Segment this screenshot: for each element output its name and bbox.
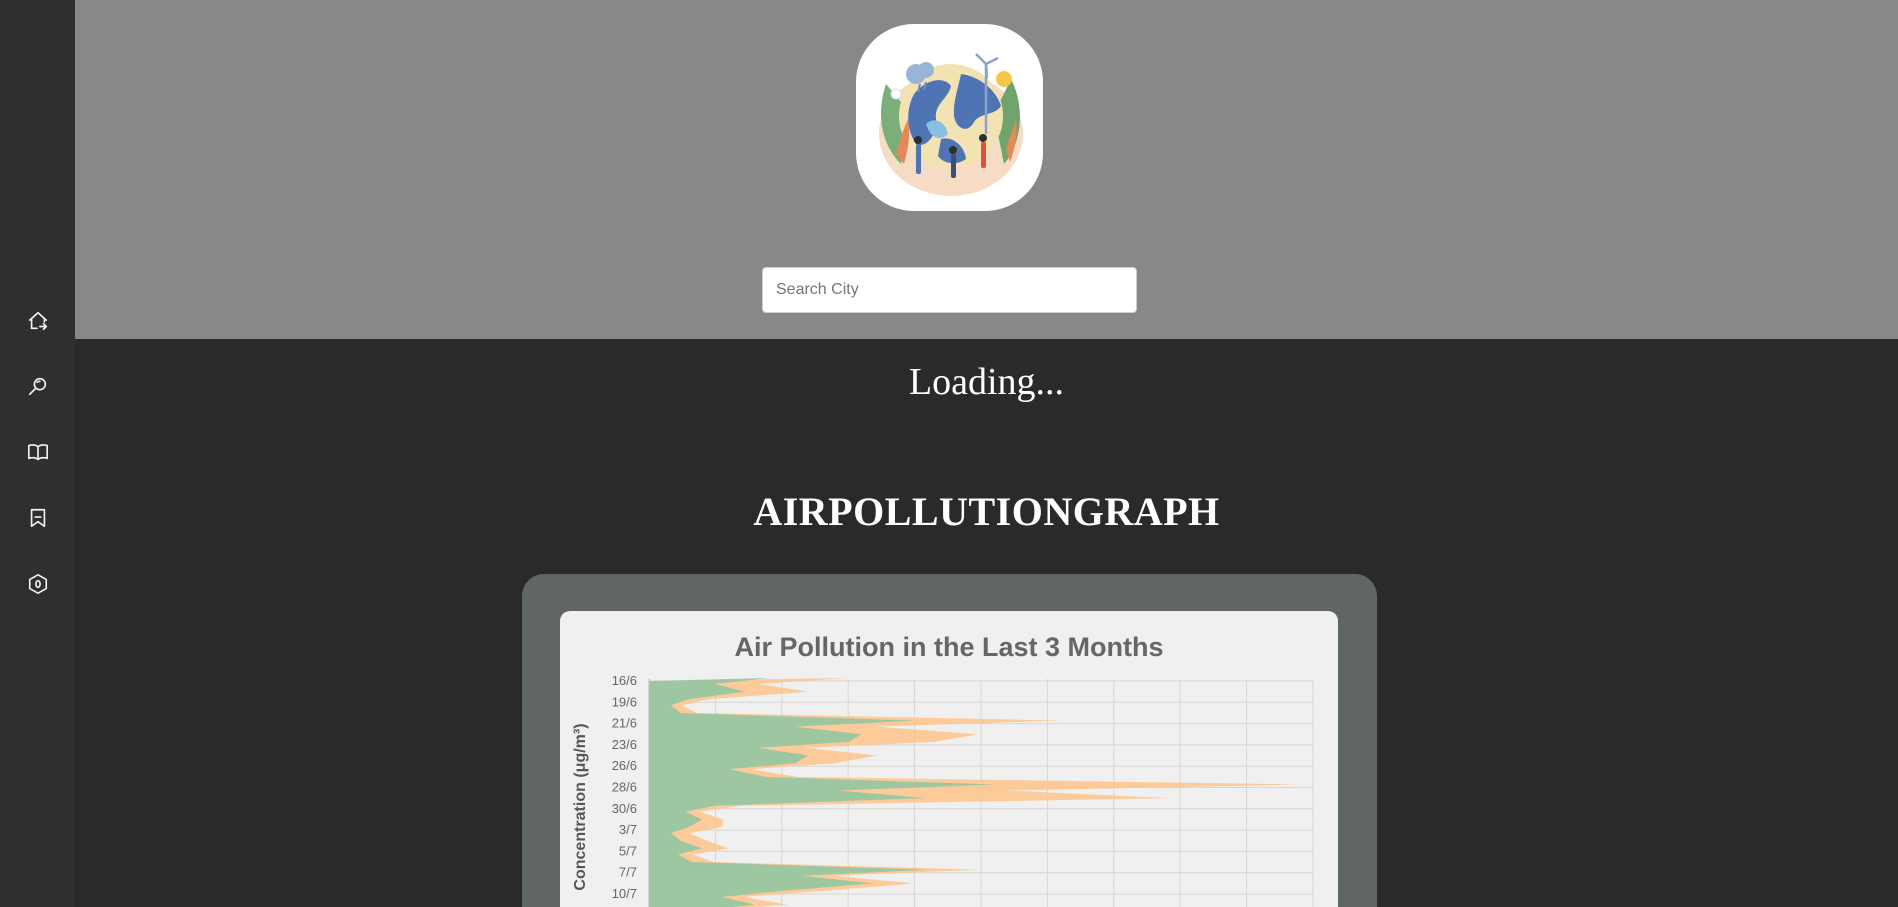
y-tick-label: 3/7 xyxy=(619,822,637,837)
search-city-input[interactable] xyxy=(762,267,1137,313)
section-title: AIRPOLLUTIONGRAPH xyxy=(753,489,1220,534)
sidebar xyxy=(0,0,75,907)
y-tick-label: 7/7 xyxy=(619,865,637,880)
loading-status: Loading... xyxy=(908,361,1065,403)
y-tick-label: 23/6 xyxy=(612,737,637,752)
earth-climate-illustration xyxy=(879,53,1023,196)
home-icon[interactable] xyxy=(25,308,51,334)
y-tick-label: 16/6 xyxy=(612,673,637,688)
logo xyxy=(856,24,1043,211)
y-tick-label: 21/6 xyxy=(612,716,637,731)
y-tick-label: 26/6 xyxy=(612,758,637,773)
y-tick-label: 5/7 xyxy=(619,843,637,858)
search-icon[interactable] xyxy=(25,373,51,399)
chart-panel: Air Pollution in the Last 3 Months Conce… xyxy=(522,574,1377,907)
book-icon[interactable] xyxy=(25,439,51,465)
y-tick-label: 10/7 xyxy=(612,886,637,901)
header xyxy=(75,0,1898,339)
chart-plot: 16/6 19/6 21/6 23/6 26/6 28/6 30/6 3/7 5/7 7/7 10/… xyxy=(612,673,1314,907)
chart-card: Air Pollution in the Last 3 Months Conce… xyxy=(560,611,1338,907)
bookmark-icon[interactable] xyxy=(25,505,51,531)
y-tick-label: 28/6 xyxy=(612,780,637,795)
y-tick-label: 19/6 xyxy=(612,694,637,709)
y-tick-label: 30/6 xyxy=(612,801,637,816)
hexagon-icon[interactable] xyxy=(25,571,51,597)
